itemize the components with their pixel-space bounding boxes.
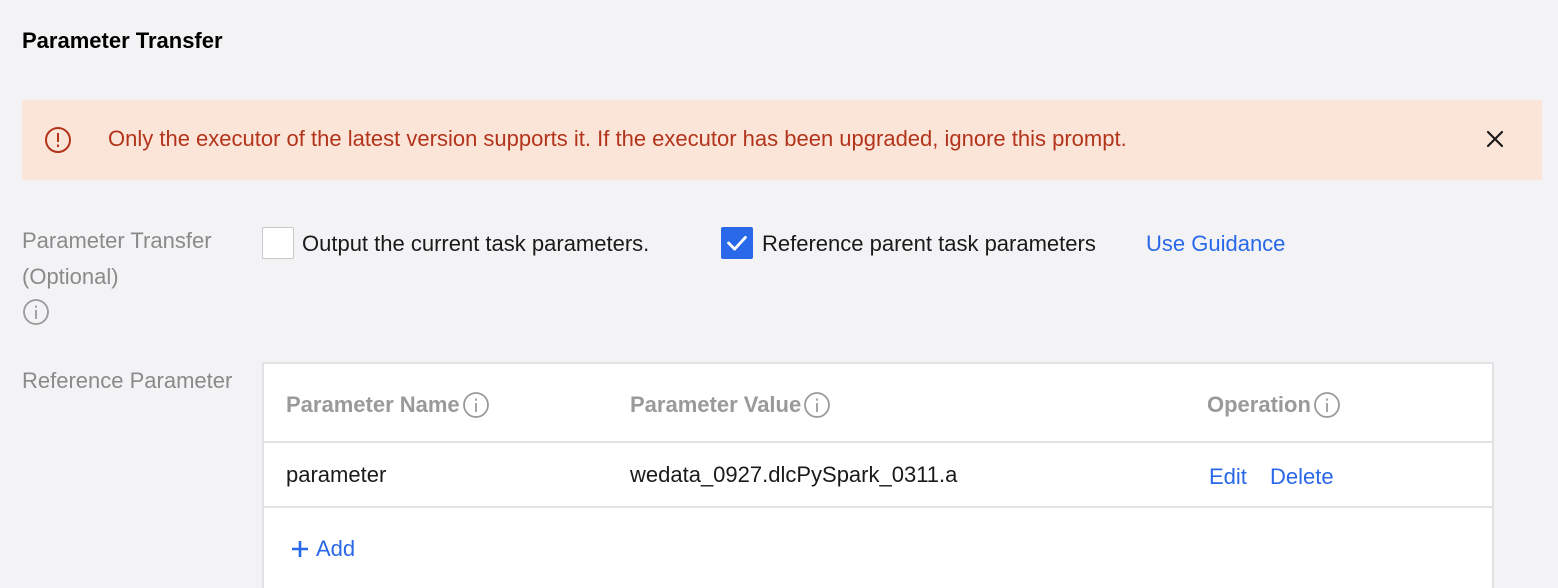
reference-label: Reference Parameter bbox=[22, 368, 233, 393]
header-operation-label: Operation bbox=[1207, 392, 1311, 417]
output-parameters-checkbox[interactable] bbox=[262, 227, 294, 259]
info-icon[interactable] bbox=[462, 391, 490, 419]
add-parameter-button[interactable]: Add bbox=[290, 536, 355, 562]
header-operation: Operation bbox=[1207, 391, 1341, 419]
alert-message: Only the executor of the latest version … bbox=[108, 126, 1127, 151]
exclamation-circle-icon bbox=[45, 127, 71, 153]
section-title: Parameter Transfer bbox=[22, 28, 223, 53]
delete-link[interactable]: Delete bbox=[1270, 464, 1334, 490]
info-icon[interactable] bbox=[803, 391, 831, 419]
plus-icon bbox=[292, 541, 308, 557]
add-parameter-label[interactable]: Add bbox=[316, 536, 355, 562]
reference-parameter-table: Parameter Name Parameter Value Operation bbox=[262, 362, 1494, 588]
checkmark-icon bbox=[727, 235, 747, 251]
table-header: Parameter Name Parameter Value Operation bbox=[264, 364, 1492, 443]
alert-banner: Only the executor of the latest version … bbox=[22, 100, 1542, 180]
use-guidance-link[interactable]: Use Guidance bbox=[1146, 228, 1285, 260]
header-parameter-name: Parameter Name bbox=[286, 391, 490, 419]
table-row: parameter wedata_0927.dlcPySpark_0311.a … bbox=[264, 443, 1492, 508]
transfer-label: Parameter Transfer (Optional) bbox=[22, 228, 212, 289]
reference-parent-checkbox[interactable] bbox=[721, 227, 753, 259]
parameter-value-cell: wedata_0927.dlcPySpark_0311.a bbox=[630, 462, 958, 487]
parameter-name-cell: parameter bbox=[286, 462, 387, 487]
header-parameter-value-label: Parameter Value bbox=[630, 392, 802, 417]
output-parameters-label[interactable]: Output the current task parameters. bbox=[302, 228, 649, 260]
info-icon[interactable] bbox=[22, 298, 50, 326]
info-icon[interactable] bbox=[1313, 391, 1341, 419]
header-parameter-name-label: Parameter Name bbox=[286, 392, 460, 417]
header-parameter-value: Parameter Value bbox=[630, 391, 831, 419]
edit-link[interactable]: Edit bbox=[1209, 464, 1247, 490]
close-icon[interactable] bbox=[1484, 128, 1506, 150]
reference-parent-label[interactable]: Reference parent task parameters bbox=[762, 228, 1096, 260]
